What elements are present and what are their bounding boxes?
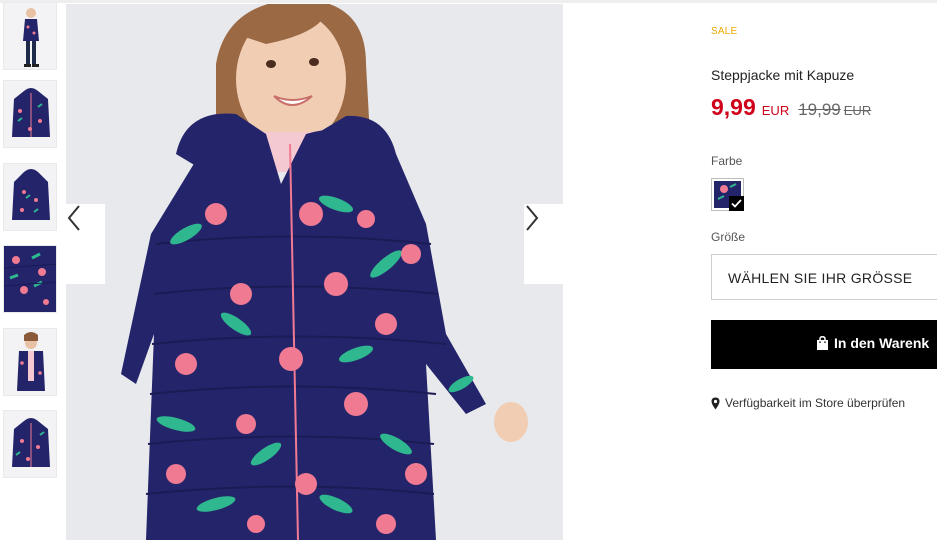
- shopping-bag-icon: [817, 336, 828, 350]
- thumbnail-1[interactable]: [3, 2, 57, 70]
- price-row: 9,99 EUR 19,99 EUR: [711, 94, 871, 121]
- chevron-left-icon: [67, 205, 80, 231]
- thumbnail-3[interactable]: [3, 163, 57, 231]
- store-availability-label: Verfügbarkeit im Store überprüfen: [725, 396, 906, 410]
- color-swatch-selected[interactable]: [711, 178, 744, 211]
- store-availability-link[interactable]: Verfügbarkeit im Store überprüfen: [711, 396, 905, 410]
- check-icon: [729, 196, 744, 211]
- add-to-cart-button[interactable]: In den Warenk: [711, 320, 937, 369]
- main-product-image: [66, 4, 563, 540]
- thumbnail-2[interactable]: [3, 80, 57, 148]
- sale-badge: SALE: [711, 26, 738, 37]
- next-image-button[interactable]: [524, 204, 563, 284]
- original-price-currency: EUR: [843, 103, 872, 118]
- original-price: 19,99: [798, 100, 841, 119]
- size-label: Größe: [711, 230, 746, 244]
- product-photo: [66, 4, 563, 540]
- color-label: Farbe: [711, 154, 743, 168]
- size-select-placeholder: WÄHLEN SIE IHR GRÖSSE: [728, 270, 913, 286]
- current-price-currency: EUR: [761, 103, 790, 118]
- thumbnail-5[interactable]: [3, 328, 57, 396]
- thumbnail-6[interactable]: [3, 410, 57, 478]
- chevron-right-icon: [526, 205, 539, 231]
- thumbnail-4[interactable]: [3, 245, 57, 313]
- add-to-cart-label: In den Warenk: [834, 335, 930, 351]
- size-select[interactable]: WÄHLEN SIE IHR GRÖSSE: [711, 254, 937, 300]
- map-pin-icon: [711, 397, 720, 409]
- product-info-panel: SALE Steppjacke mit Kapuze 9,99 EUR 19,99 E…: [711, 0, 937, 540]
- product-title: Steppjacke mit Kapuze: [711, 67, 855, 83]
- current-price: 9,99: [711, 94, 756, 120]
- prev-image-button[interactable]: [66, 204, 105, 284]
